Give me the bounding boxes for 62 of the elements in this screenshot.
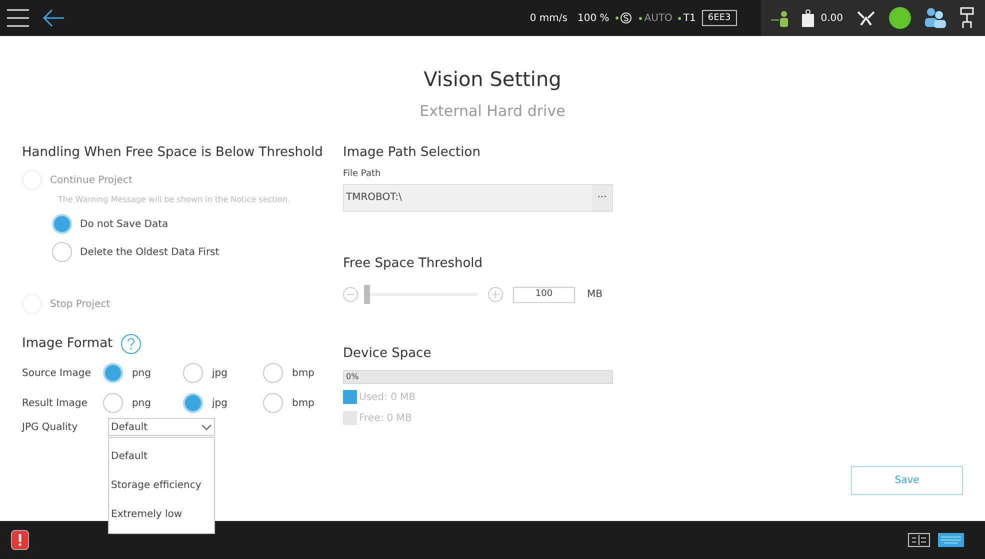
- code-badge: 6EE3: [702, 10, 737, 26]
- browse-button[interactable]: ···: [592, 184, 612, 210]
- radio-label: png: [132, 396, 151, 410]
- dropdown-option[interactable]: Extremely low: [109, 500, 214, 529]
- field-label: File Path: [343, 168, 382, 181]
- radio-button[interactable]: [182, 393, 203, 413]
- dropdown-option[interactable]: Default: [109, 442, 214, 471]
- dropdown-option[interactable]: Storage efficiency: [109, 471, 214, 500]
- radio-button[interactable]: [262, 363, 283, 383]
- payload-reading: 0.00: [820, 12, 843, 26]
- section-title: Handling When Free Space is Below Threshold: [22, 144, 324, 162]
- help-icon[interactable]: [120, 334, 141, 354]
- radio-button[interactable]: [102, 393, 123, 413]
- radio-label: Stop Project: [50, 298, 110, 312]
- slider-handle[interactable]: [364, 285, 370, 304]
- radio-label: bmp: [292, 366, 314, 380]
- users-icon[interactable]: [923, 7, 947, 29]
- toggle-panel-icon[interactable]: [908, 533, 930, 547]
- warning-note: The Warning Message will be shown in the Notice section.: [58, 194, 292, 206]
- legend-label: Used: 0 MB: [359, 390, 416, 404]
- radio-button[interactable]: [262, 393, 283, 413]
- space-reading: 0%: [346, 370, 359, 382]
- radio-button[interactable]: [182, 363, 203, 383]
- radio-label: Continue Project: [50, 174, 132, 188]
- row-label: Result Image: [22, 396, 88, 410]
- speed-reading: 0 mm/s: [530, 12, 568, 26]
- keyboard-icon[interactable]: [938, 533, 964, 547]
- person-icon: [770, 9, 789, 27]
- percent-reading: 100 %: [578, 12, 610, 26]
- safety-s-icon: [615, 12, 634, 24]
- mode-label: AUTO: [644, 12, 672, 26]
- quality-dropdown[interactable]: Default: [108, 418, 215, 436]
- section-title: Image Path Selection: [343, 144, 482, 162]
- plus-icon[interactable]: [488, 287, 503, 302]
- radio-label: Delete the Oldest Data First: [80, 246, 220, 260]
- unit-label: MB: [587, 288, 602, 302]
- alert-icon[interactable]: [11, 530, 29, 550]
- radio-button[interactable]: [102, 363, 123, 383]
- file-path-field[interactable]: TMROBOT:\ ···: [343, 184, 613, 212]
- row-label: Source Image: [22, 366, 92, 380]
- back-arrow-icon[interactable]: [43, 9, 65, 27]
- page-title: Vision Setting: [424, 66, 562, 93]
- radio-label: Do not Save Data: [80, 218, 168, 232]
- menu-icon[interactable]: [7, 9, 29, 27]
- legend-label: Free: 0 MB: [359, 412, 412, 426]
- page-subtitle: External Hard drive: [420, 101, 566, 122]
- weight-icon: [800, 9, 815, 27]
- radio-label: png: [132, 366, 151, 380]
- radio-label: jpg: [212, 366, 228, 380]
- chevron-down-icon: [201, 424, 212, 430]
- section-title: Device Space: [343, 345, 432, 363]
- threshold-slider[interactable]: [364, 285, 478, 304]
- status-light-icon: [889, 7, 911, 29]
- radio-label: jpg: [212, 396, 228, 410]
- section-title: Image Format: [22, 335, 113, 354]
- radio-label: bmp: [292, 396, 314, 410]
- section-title: Free Space Threshold: [343, 254, 484, 272]
- row-label: JPG Quality: [22, 420, 79, 434]
- threshold-field[interactable]: 100: [513, 286, 575, 302]
- mode-label: T1: [683, 12, 696, 26]
- minus-icon[interactable]: [343, 287, 358, 302]
- gripper-icon[interactable]: [959, 6, 975, 30]
